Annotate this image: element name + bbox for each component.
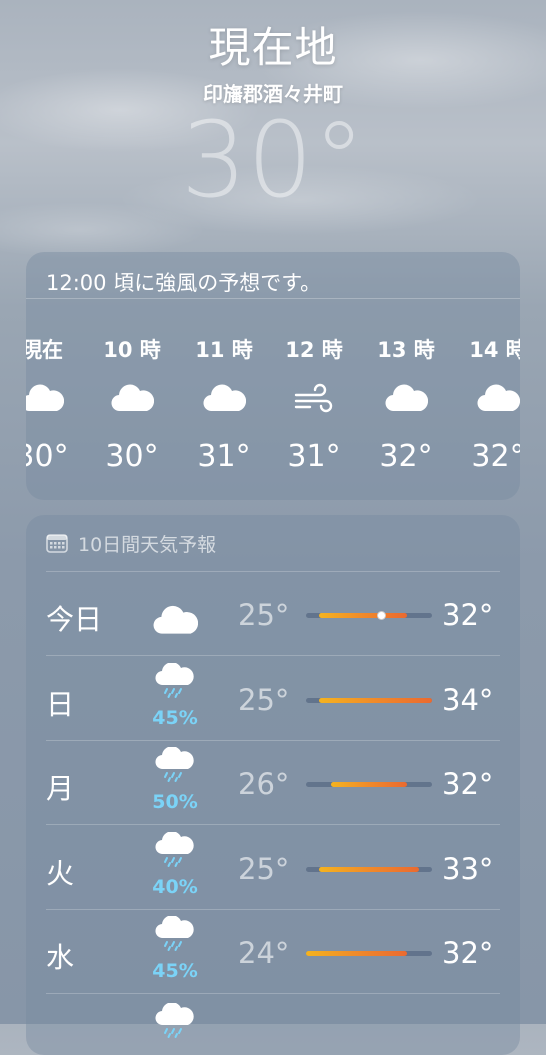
high-temperature: 34° [442, 683, 493, 717]
location-header: 現在地 印旛郡酒々井町 30° [0, 20, 546, 215]
cloud-icon [152, 602, 198, 638]
hour-time: 13 時 [366, 334, 446, 364]
cloud-rain-icon [152, 832, 198, 868]
calendar-icon [46, 533, 68, 553]
temperature-range-bar [306, 782, 432, 787]
low-temperature: 25° [238, 852, 289, 886]
low-temperature: 25° [238, 598, 289, 632]
cloud-icon [26, 381, 64, 415]
daily-forecast-card[interactable]: 10日間天気予報 今日 25° 32° 日 45% 25° 34° 月 50% 26° 32° 火 40… [26, 515, 520, 1055]
precip-chance: 45% [142, 707, 208, 729]
temperature-range-bar [306, 698, 432, 703]
temperature-range-bar [306, 867, 432, 872]
hour-temperature: 30° [26, 439, 82, 474]
wind-alert: 12:00 頃に強風の予想です。 [26, 252, 520, 299]
temperature-range-bar [306, 951, 432, 956]
hour-temperature: 31° [184, 439, 264, 474]
hour-time: 10 時 [92, 334, 172, 364]
high-temperature: 32° [442, 598, 493, 632]
daily-header: 10日間天気予報 [46, 515, 500, 572]
daily-row[interactable]: 日 45% 25° 34° [26, 657, 520, 741]
hour-temperature: 32° [458, 439, 520, 474]
cloud-rain-icon [152, 1003, 198, 1039]
day-label: 火 [46, 852, 74, 892]
cloud-rain-icon [152, 916, 198, 952]
day-label: 水 [46, 936, 74, 976]
low-temperature: 24° [238, 936, 289, 970]
day-label: 今日 [46, 598, 102, 638]
high-temperature: 32° [442, 936, 493, 970]
temperature-range-fill [319, 613, 407, 618]
daily-row[interactable]: 水 45% 24° 32° [26, 910, 520, 994]
precip-chance: 40% [142, 876, 208, 898]
daily-row[interactable]: 月 50% 26° 32° [26, 741, 520, 825]
low-temperature: 26° [238, 767, 289, 801]
hour-time: 14 時 [458, 334, 520, 364]
hour-time: 現在 [26, 334, 82, 364]
precip-chance: 45% [142, 960, 208, 982]
day-label: 月 [46, 767, 74, 807]
hourly-strip[interactable]: 現在 30° 10 時 30° 11 時 31° 12 時 31° 13 時 32° 14 時 32° [26, 299, 520, 499]
daily-row[interactable]: 今日 25° 32° [26, 572, 520, 656]
temperature-range-fill [306, 951, 407, 956]
cloud-rain-icon [152, 747, 198, 783]
temperature-range-fill [331, 782, 407, 787]
hour-time: 11 時 [184, 334, 264, 364]
hour-temperature: 30° [92, 439, 172, 474]
location-title: 現在地 [0, 20, 546, 76]
high-temperature: 32° [442, 767, 493, 801]
hour-temperature: 32° [366, 439, 446, 474]
wind-icon [292, 381, 336, 415]
low-temperature: 25° [238, 683, 289, 717]
cloud-icon [110, 381, 154, 415]
daily-row[interactable] [26, 995, 520, 1055]
cloud-icon [202, 381, 246, 415]
temperature-range-fill [319, 698, 432, 703]
cloud-icon [384, 381, 428, 415]
temperature-range-fill [319, 867, 420, 872]
hour-temperature: 31° [274, 439, 354, 474]
current-temperature: 30° [0, 105, 546, 215]
high-temperature: 33° [442, 852, 493, 886]
day-label: 日 [46, 683, 74, 723]
daily-title: 10日間天気予報 [78, 530, 216, 557]
hourly-forecast-card[interactable]: 12:00 頃に強風の予想です。 現在 30° 10 時 30° 11 時 31° 12 時… [26, 252, 520, 500]
temperature-range-bar [306, 613, 432, 618]
cloud-rain-icon [152, 663, 198, 699]
hour-time: 12 時 [274, 334, 354, 364]
cloud-icon [476, 381, 520, 415]
daily-row[interactable]: 火 40% 25° 33° [26, 826, 520, 910]
current-temp-marker [377, 611, 386, 620]
precip-chance: 50% [142, 791, 208, 813]
